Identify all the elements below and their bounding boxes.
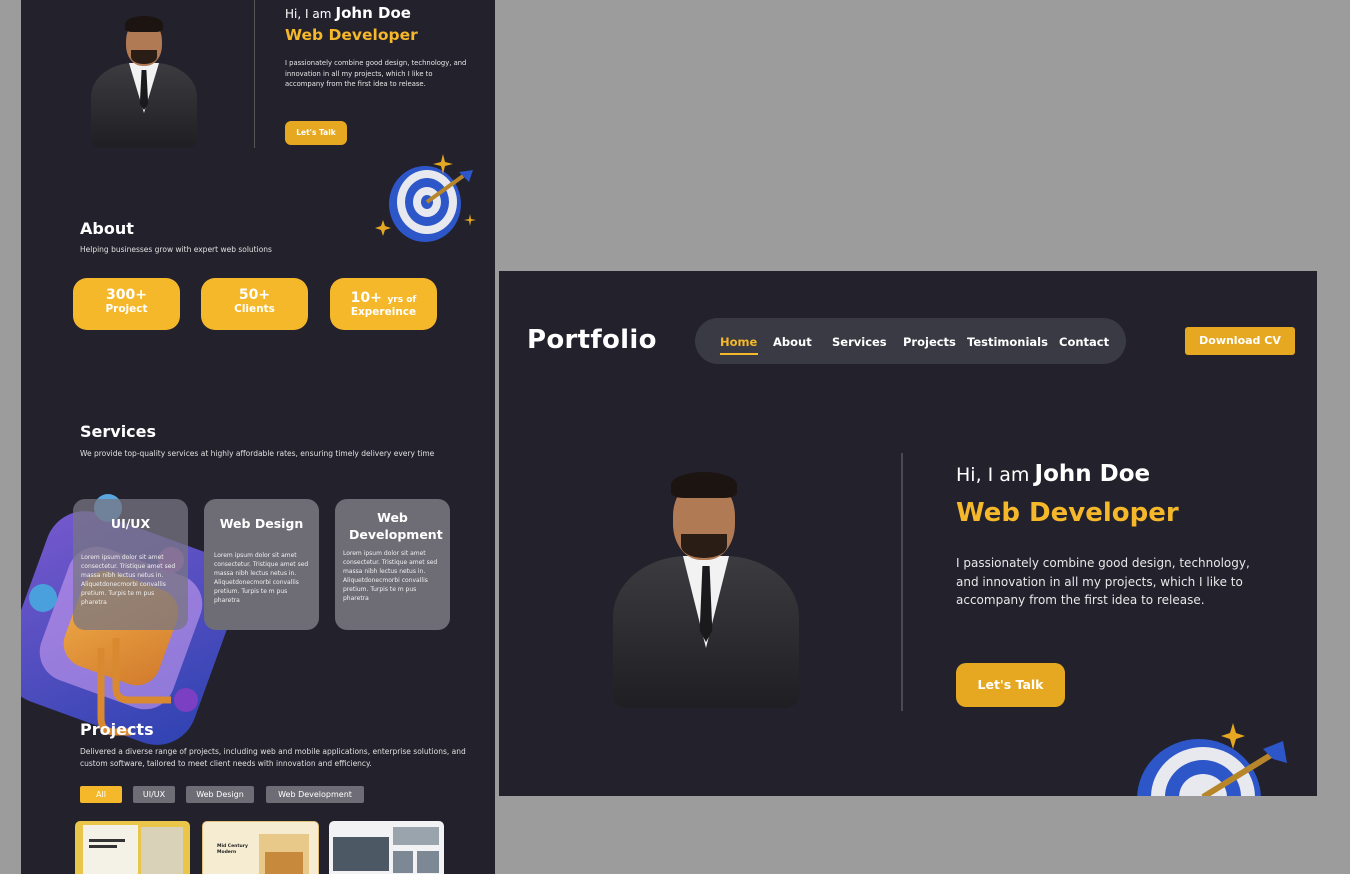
hero-intro: I passionately combine good design, tech… xyxy=(285,59,467,88)
stat-suffix: yrs of xyxy=(387,295,417,305)
nav-contact[interactable]: Contact xyxy=(1059,335,1109,349)
nav-testimonials[interactable]: Testimonials xyxy=(967,335,1048,349)
about-subtitle: Helping businesses grow with expert web … xyxy=(80,245,272,254)
main-nav: Home About Services Projects Testimonial… xyxy=(695,318,1126,364)
lets-talk-button[interactable]: Let's Talk xyxy=(285,121,347,145)
service-card-web-development[interactable]: Web Development Lorem ipsum dolor sit am… xyxy=(335,499,450,630)
download-cv-button[interactable]: Download CV xyxy=(1185,327,1295,355)
name-text: John Doe xyxy=(1034,461,1151,487)
stat-label: Clients xyxy=(234,303,275,315)
greeting-text: Hi, I am xyxy=(956,464,1030,486)
role-title: Web Developer xyxy=(956,498,1179,528)
projects-subtitle: Delivered a diverse range of projects, i… xyxy=(80,747,466,768)
service-card-body: Lorem ipsum dolor sit amet consectetur. … xyxy=(81,554,176,606)
profile-photo xyxy=(89,8,199,148)
target-dart-icon xyxy=(1137,723,1287,796)
filter-web-development[interactable]: Web Development xyxy=(266,786,364,803)
lets-talk-button[interactable]: Let's Talk xyxy=(956,663,1065,707)
mobile-portfolio-page: Hi, I am John Doe Web Developer I passio… xyxy=(21,0,495,874)
nav-active-underline xyxy=(720,353,758,355)
stat-projects: 300+ Project xyxy=(73,278,180,330)
greeting-text: Hi, I am xyxy=(285,7,332,21)
nav-services[interactable]: Services xyxy=(832,335,887,349)
projects-title: Projects xyxy=(80,720,154,739)
services-title: Services xyxy=(80,422,157,441)
hero-greeting: Hi, I am John Doe xyxy=(956,461,1150,487)
name-text: John Doe xyxy=(335,4,411,22)
hero-divider xyxy=(254,0,255,148)
project-thumb-3[interactable] xyxy=(329,821,444,874)
service-card-title: Web Design xyxy=(219,516,304,531)
stat-value: 10+ xyxy=(350,290,382,306)
target-dart-icon xyxy=(375,154,476,242)
hero-greeting: Hi, I am John Doe xyxy=(285,4,411,22)
stat-clients: 50+ Clients xyxy=(201,278,308,330)
service-card-title: UI/UX xyxy=(110,516,151,531)
nav-projects[interactable]: Projects xyxy=(903,335,956,349)
service-card-body: Lorem ipsum dolor sit amet consectetur. … xyxy=(214,552,309,604)
hero-intro: I passionately combine good design, tech… xyxy=(956,556,1250,607)
stat-value: 300+ xyxy=(106,287,147,303)
stat-label: Project xyxy=(105,303,148,315)
desktop-portfolio-page: Portfolio Home About Services Projects T… xyxy=(499,271,1317,796)
service-card-web-design[interactable]: Web Design Lorem ipsum dolor sit amet co… xyxy=(204,499,319,630)
nav-about[interactable]: About xyxy=(773,335,812,349)
filter-all[interactable]: All xyxy=(80,786,122,803)
logo[interactable]: Portfolio xyxy=(527,325,657,355)
filter-uiux[interactable]: UI/UX xyxy=(133,786,175,803)
project-thumb-2[interactable]: Mid Century Modern xyxy=(202,821,319,874)
thumb-caption: Mid Century Modern xyxy=(217,844,248,855)
services-subtitle: We provide top-quality services at highl… xyxy=(80,449,435,458)
stat-experience: 10+ yrs of Expereince xyxy=(330,278,437,330)
stat-value: 50+ xyxy=(238,287,271,303)
service-card-title: Web Development xyxy=(349,510,443,542)
profile-photo xyxy=(611,466,801,708)
nav-home[interactable]: Home xyxy=(720,335,757,349)
about-title: About xyxy=(80,219,134,238)
service-card-body: Lorem ipsum dolor sit amet consectetur. … xyxy=(343,550,438,602)
stat-label: Expereince xyxy=(350,306,417,318)
role-title: Web Developer xyxy=(285,26,418,44)
hero-divider xyxy=(901,453,903,711)
service-card-uiux[interactable]: UI/UX Lorem ipsum dolor sit amet consect… xyxy=(73,499,188,630)
project-thumb-1[interactable] xyxy=(75,821,190,874)
filter-web-design[interactable]: Web Design xyxy=(186,786,254,803)
